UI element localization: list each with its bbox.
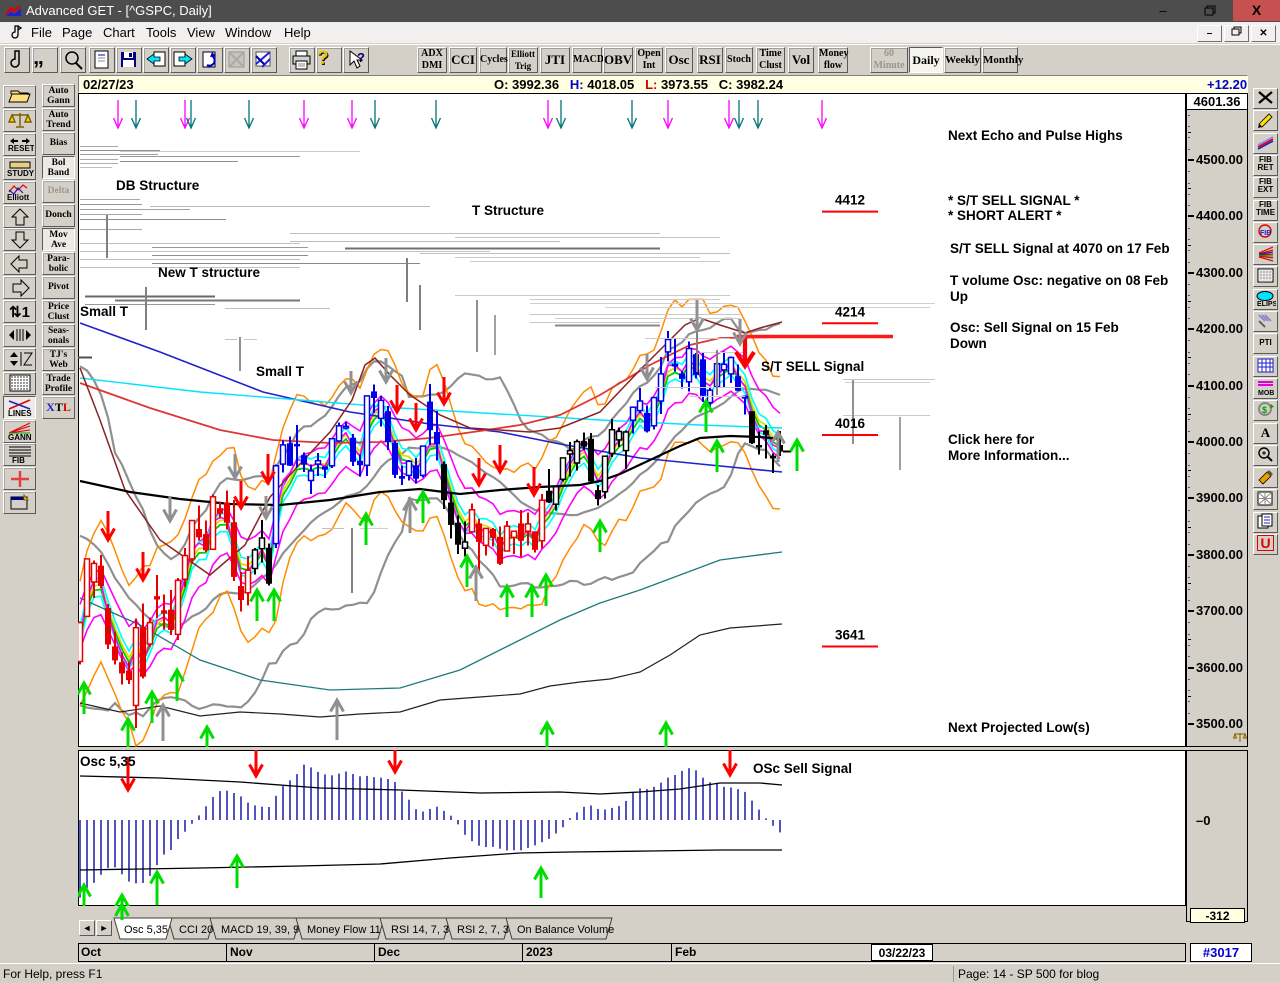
svg-text:Small T: Small T [256,364,305,379]
svg-text:FIB: FIB [1260,230,1271,237]
svg-text:S/T SELL Signal: S/T SELL Signal [761,359,864,374]
svg-text:On Balance Volume: On Balance Volume [517,924,614,936]
svg-text:Small T: Small T [80,304,129,319]
svg-text:MOB: MOB [1258,390,1274,396]
svg-text:4016: 4016 [835,416,866,431]
svg-text:Click here for: Click here for [948,432,1035,447]
svg-text:RSI 14, 7, 3: RSI 14, 7, 3 [391,924,449,936]
svg-text:3641: 3641 [835,628,866,643]
svg-text:MACD 19, 39, 9: MACD 19, 39, 9 [221,924,299,936]
svg-text:ELIPS: ELIPS [1257,301,1276,307]
svg-text:CCI 20: CCI 20 [179,924,213,936]
svg-text:Up: Up [950,289,968,304]
svg-text:$: $ [1262,405,1267,415]
svg-text:Down: Down [950,336,987,351]
svg-text:Osc: Sell Signal on 15 Feb: Osc: Sell Signal on 15 Feb [950,320,1119,335]
svg-text:RSI 2, 7, 3: RSI 2, 7, 3 [457,924,509,936]
svg-text:More Information...: More Information... [948,448,1070,463]
svg-text:DB Structure: DB Structure [116,178,200,193]
svg-text:4412: 4412 [835,193,865,208]
svg-text:* S/T SELL SIGNAL *: * S/T SELL SIGNAL * [948,193,1080,208]
svg-text:New T structure: New T structure [158,265,261,280]
svg-text:T volume Osc: negative on 08 F: T volume Osc: negative on 08 Feb [950,273,1168,288]
svg-text:T Structure: T Structure [472,203,545,218]
svg-text:S/T SELL Signal at 4070 on 17: S/T SELL Signal at 4070 on 17 Feb [950,241,1170,256]
svg-text:Osc 5,35: Osc 5,35 [80,754,136,769]
svg-text:4214: 4214 [835,304,866,319]
svg-text:Money Flow 11: Money Flow 11 [307,924,381,936]
svg-text:Osc 5,35: Osc 5,35 [124,924,168,936]
svg-text:Next Projected Low(s): Next Projected Low(s) [948,720,1090,735]
svg-text:?: ? [357,50,365,65]
svg-text:Next Echo and Pulse Highs: Next Echo and Pulse Highs [948,128,1123,143]
svg-text:OSc Sell Signal: OSc Sell Signal [753,761,852,776]
svg-text:* SHORT ALERT *: * SHORT ALERT * [948,208,1062,223]
